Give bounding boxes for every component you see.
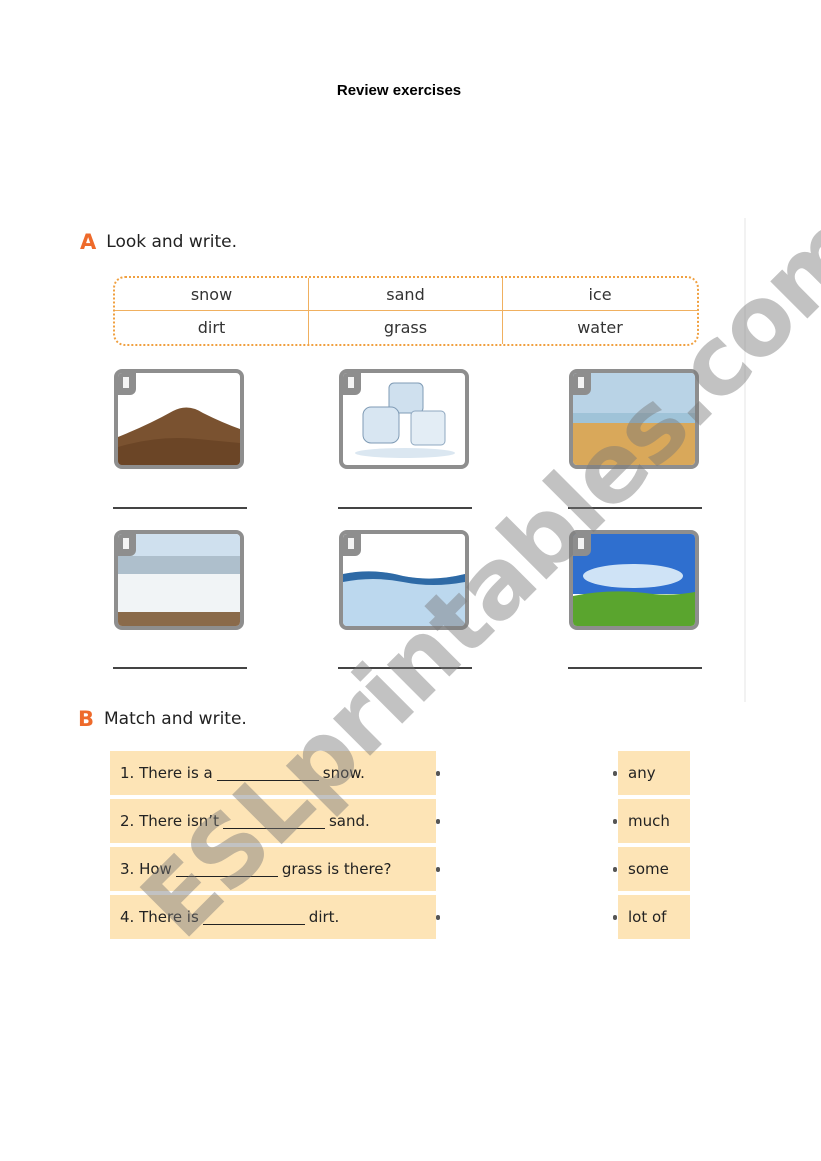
dirt-image	[118, 407, 240, 465]
match-dot-right-2[interactable]	[613, 819, 617, 824]
answer-line-5[interactable]	[338, 667, 472, 669]
sentence-row-4: 4. There is dirt.	[110, 895, 436, 939]
word-bank-item: dirt	[115, 311, 309, 344]
option-much: much	[618, 799, 690, 843]
word-bank-item: ice	[503, 278, 697, 311]
sentence-row-1: 1. There is a snow.	[110, 751, 436, 795]
sentence-row-2: 2. There isn’t sand.	[110, 799, 436, 843]
answer-line-3[interactable]	[568, 507, 702, 509]
match-dot-left-1[interactable]	[436, 771, 440, 776]
sentence-end: grass is there?	[281, 860, 392, 878]
blank-2[interactable]	[222, 814, 325, 829]
match-dot-left-4[interactable]	[436, 915, 440, 920]
option-lot-of: lot of	[618, 895, 690, 939]
divider	[744, 218, 746, 702]
number-badge	[118, 373, 136, 395]
picture-ice	[339, 369, 469, 469]
section-b-letter: B	[78, 707, 95, 731]
section-b-heading: B Match and write.	[78, 707, 247, 731]
picture-grass	[569, 530, 699, 630]
sentence-end: sand.	[328, 812, 370, 830]
sentence-row-3: 3. How grass is there?	[110, 847, 436, 891]
water-image	[343, 534, 465, 626]
number-badge	[118, 534, 136, 556]
sentence-end: snow.	[322, 764, 365, 782]
sentence-start: 3. How	[120, 860, 172, 878]
picture-sand	[569, 369, 699, 469]
blank-3[interactable]	[175, 862, 278, 877]
sentence-start: 1. There is a	[120, 764, 213, 782]
word-bank-item: water	[577, 318, 623, 337]
word-bank-item: snow	[115, 278, 309, 311]
sentence-start: 2. There isn’t	[120, 812, 219, 830]
option-some: some	[618, 847, 690, 891]
match-dot-left-2[interactable]	[436, 819, 440, 824]
answer-line-6[interactable]	[568, 667, 702, 669]
snow-image	[118, 534, 240, 626]
number-badge	[573, 373, 591, 395]
section-a-title: Look and write.	[106, 232, 238, 252]
word-bank: snow sand ice dirt grass water	[113, 276, 699, 346]
answer-line-4[interactable]	[113, 667, 247, 669]
section-b-title: Match and write.	[104, 709, 247, 729]
blank-1[interactable]	[216, 766, 319, 781]
option-any: any	[618, 751, 690, 795]
word-bank-item: grass	[309, 311, 503, 344]
match-dot-left-3[interactable]	[436, 867, 440, 872]
picture-water	[339, 530, 469, 630]
number-badge	[343, 373, 361, 395]
grass-image	[573, 534, 695, 626]
word-bank-item: sand	[309, 278, 503, 311]
match-dot-right-3[interactable]	[613, 867, 617, 872]
match-dot-right-1[interactable]	[613, 771, 617, 776]
section-a-heading: A Look and write.	[80, 230, 237, 254]
picture-dirt	[114, 369, 244, 469]
answer-line-1[interactable]	[113, 507, 247, 509]
picture-snow	[114, 530, 244, 630]
number-badge	[343, 534, 361, 556]
sand-image	[573, 373, 695, 465]
section-a-letter: A	[80, 230, 97, 254]
sentence-end: dirt.	[308, 908, 340, 926]
sentence-start: 4. There is	[120, 908, 199, 926]
answer-line-2[interactable]	[338, 507, 472, 509]
page-title: Review exercises	[336, 82, 462, 99]
blank-4[interactable]	[202, 910, 305, 925]
ice-image	[355, 382, 455, 458]
number-badge	[573, 534, 591, 556]
match-dot-right-4[interactable]	[613, 915, 617, 920]
